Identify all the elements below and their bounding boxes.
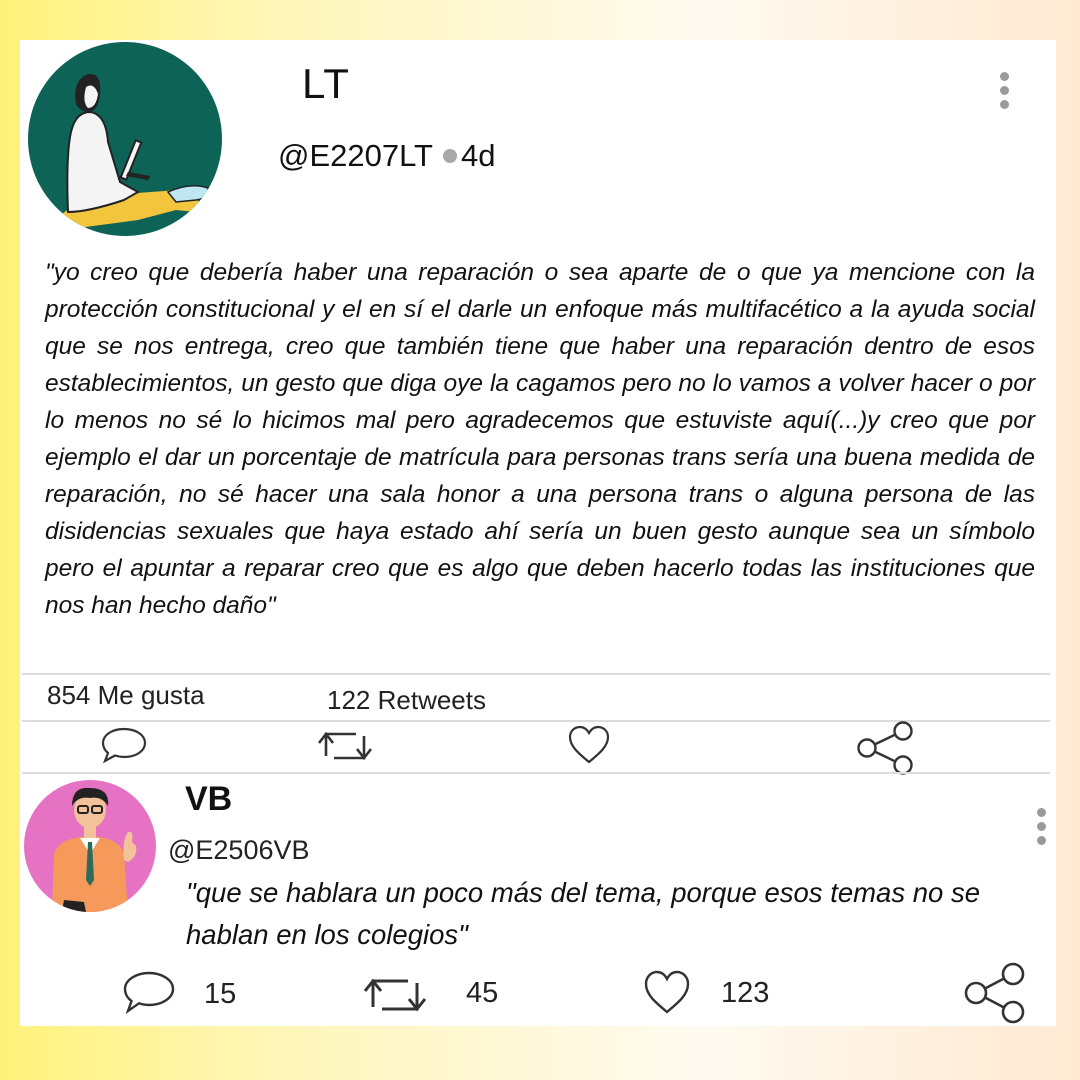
more-options-icon[interactable] xyxy=(997,72,1011,114)
author-handle[interactable]: @E2207LT xyxy=(278,138,433,173)
avatar[interactable] xyxy=(28,42,222,236)
divider xyxy=(22,673,1050,675)
person-with-laptop-illustration xyxy=(58,73,209,228)
comment-count: 15 xyxy=(204,978,237,1010)
separator-dot xyxy=(443,148,457,163)
share-icon[interactable] xyxy=(854,720,916,776)
post-time: 4d xyxy=(461,138,496,173)
comment-icon[interactable] xyxy=(100,726,148,764)
share-icon[interactable] xyxy=(962,961,1028,1025)
heart-icon[interactable] xyxy=(642,969,692,1017)
retweets-count[interactable]: 122 Retweets xyxy=(327,685,486,716)
reply-text: "que se hablara un poco más del tema, po… xyxy=(186,877,980,950)
author-handle-row: @E2207LT 4d xyxy=(278,138,495,174)
divider xyxy=(22,772,1050,774)
retweet-icon[interactable] xyxy=(362,972,428,1018)
more-options-icon[interactable] xyxy=(1034,808,1048,850)
avatar[interactable] xyxy=(24,780,156,912)
comment-icon[interactable] xyxy=(122,970,176,1016)
heart-icon[interactable] xyxy=(566,724,612,766)
man-thumbs-up-illustration xyxy=(52,787,137,912)
author-handle[interactable]: @E2506VB xyxy=(168,835,310,866)
author-name[interactable]: VB xyxy=(185,780,232,819)
retweet-count: 45 xyxy=(466,977,499,1009)
post-text: "yo creo que debería haber una reparació… xyxy=(45,259,1035,619)
author-name[interactable]: LT xyxy=(302,60,350,108)
like-count: 123 xyxy=(721,977,770,1009)
retweet-icon[interactable] xyxy=(316,726,374,766)
likes-count[interactable]: 854 Me gusta xyxy=(47,680,205,711)
